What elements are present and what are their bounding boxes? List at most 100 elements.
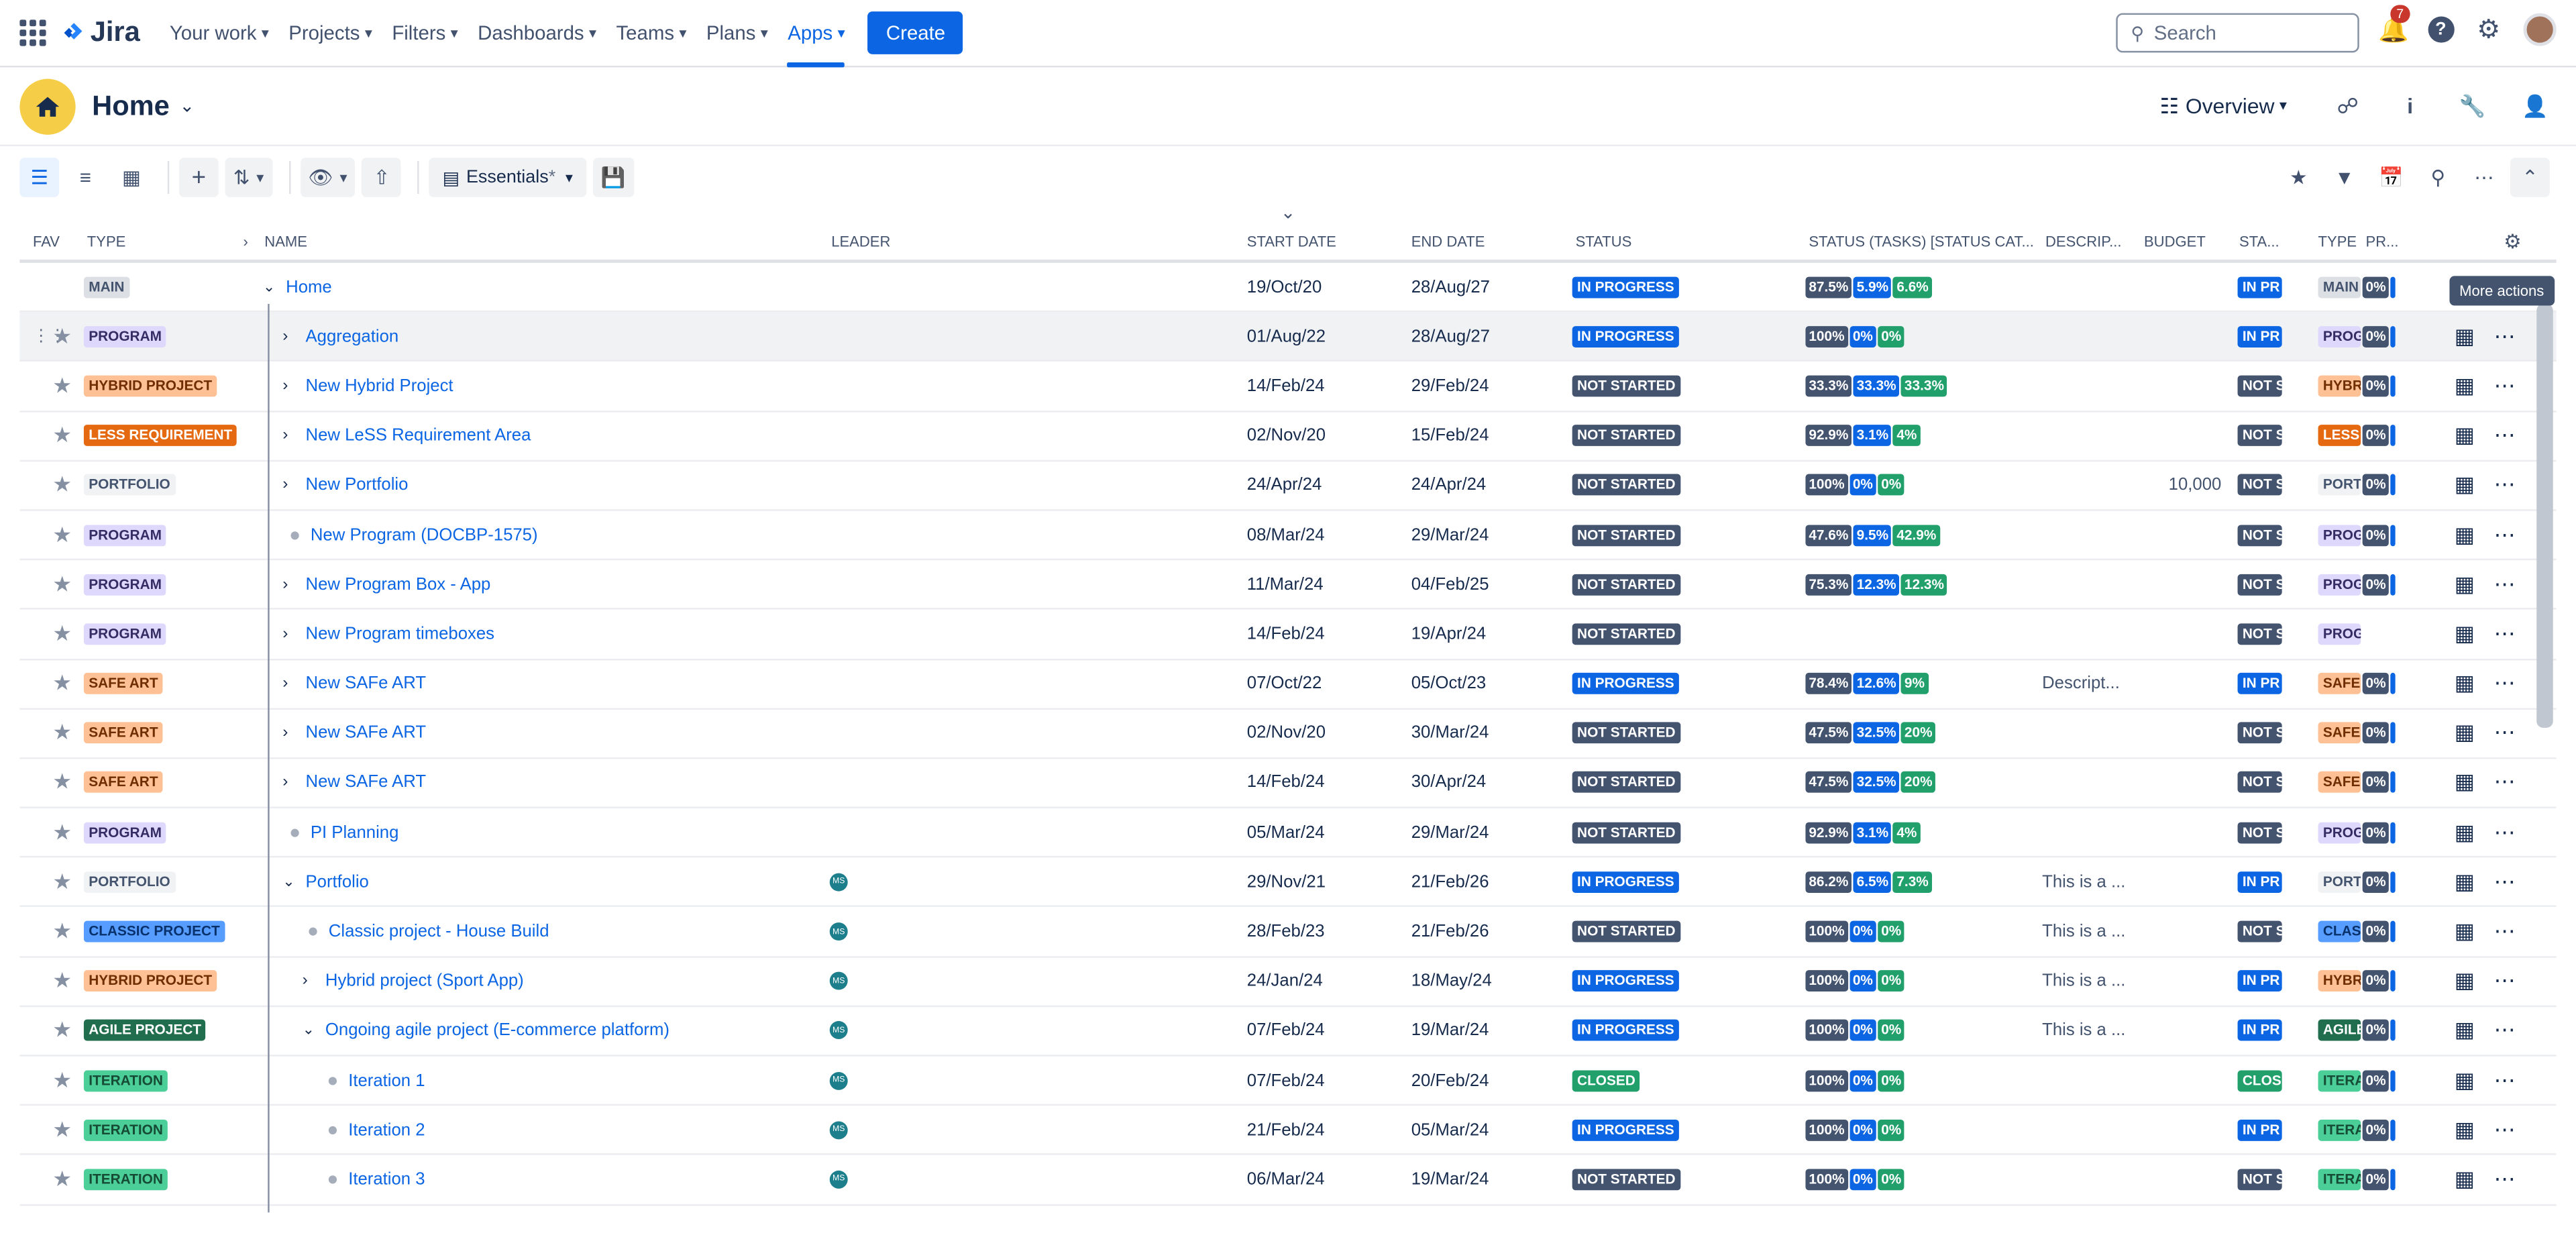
item-name-link[interactable]: New Portfolio [306,476,409,495]
visibility-button[interactable]: 👁 ▾ [300,158,356,197]
more-actions-icon[interactable]: ⋯ [2494,918,2516,945]
board-grid-icon[interactable]: ▦ [2455,472,2475,498]
board-grid-icon[interactable]: ▦ [2455,373,2475,399]
create-button[interactable]: Create [867,11,964,54]
filter-button[interactable]: ▼ [2324,158,2364,197]
table-row[interactable]: ★ LESS REQUIREMENT › New LeSS Requirement A… [19,412,2557,462]
table-row[interactable]: ★ SAFE ART › New SAFe ART 07/Oct/22 05/Oct/23… [19,659,2557,710]
nav-plans[interactable]: Plans ▾ [706,0,768,66]
collapse-chevron-icon[interactable]: ⌄ [282,873,294,891]
table-row[interactable]: ★ PORTFOLIO ⌄ Portfolio MS 29/Nov/21 21/Feb/26… [19,858,2557,908]
board-grid-icon[interactable]: ▦ [2455,670,2475,696]
more-actions-icon[interactable]: ⋯ [2494,1167,2516,1193]
more-actions-icon[interactable]: ⋯ [2494,968,2516,994]
board-grid-icon[interactable]: ▦ [2455,869,2475,895]
item-name-link[interactable]: New Hybrid Project [306,376,453,396]
item-name-link[interactable]: Iteration 3 [348,1170,425,1189]
table-row[interactable]: ★ AGILE PROJECT ⌄ Ongoing agile project (E-… [19,1007,2557,1057]
item-name-link[interactable]: New SAFe ART [306,773,427,792]
board-grid-icon[interactable]: ▦ [2455,423,2475,449]
configure-button[interactable]: 🔧 [2451,85,2494,127]
board-grid-icon[interactable]: ▦ [2455,1117,2475,1143]
favorite-star-icon[interactable]: ★ [52,572,72,598]
table-row[interactable]: ★ HYBRID PROJECT › New Hybrid Project 14/Feb… [19,362,2557,412]
overview-view-selector[interactable]: ☷ Overview ▾ [2160,93,2287,119]
more-actions-icon[interactable]: ⋯ [2494,621,2516,647]
collapse-chevron-icon[interactable]: ⌄ [303,1022,315,1040]
search-structure-button[interactable]: ⚲ [2418,158,2458,197]
table-row[interactable]: ★ ITERATION Iteration 3 MS 06/Mar/24 19/Mar/2… [19,1156,2557,1205]
favorite-star-icon[interactable]: ★ [52,769,72,796]
column-description[interactable]: DESCRIP... [2045,233,2122,250]
expand-chevron-icon[interactable]: › [303,972,308,990]
more-actions-icon[interactable]: ⋯ [2494,522,2516,548]
chevron-down-icon[interactable]: ⌄ [180,95,195,116]
expand-chevron-icon[interactable]: › [282,377,288,395]
indent-view-button[interactable]: ≡ [66,158,105,197]
collapse-panel-button[interactable]: ⌃ [2510,158,2550,197]
table-row[interactable]: ★ PROGRAM › New Program Box - App 11/Mar/24 0… [19,560,2557,610]
favorite-star-icon[interactable]: ★ [52,869,72,895]
favorite-star-icon[interactable]: ★ [52,720,72,746]
board-grid-icon[interactable]: ▦ [2455,522,2475,548]
favorite-star-icon[interactable]: ★ [52,819,72,845]
column-sta[interactable]: STA... [2239,233,2279,250]
search-input[interactable]: ⚲ Search [2116,13,2359,53]
column-type[interactable]: TYPE [87,233,126,250]
item-name-link[interactable]: New LeSS Requirement Area [306,426,531,445]
favorite-star-icon[interactable]: ★ [52,918,72,945]
more-actions-icon[interactable]: ⋯ [2494,323,2516,350]
save-view-button[interactable]: 💾 [592,158,634,197]
leader-avatar[interactable]: MS [829,1120,848,1139]
favorite-star-icon[interactable]: ★ [52,1167,72,1193]
leader-avatar[interactable]: MS [829,1170,848,1189]
nav-projects[interactable]: Projects ▾ [288,0,372,66]
board-grid-icon[interactable]: ▦ [2455,819,2475,845]
leader-avatar[interactable]: MS [829,873,848,892]
table-row[interactable]: ★ ITERATION Iteration 2 MS 21/Feb/24 05/Mar/2… [19,1106,2557,1156]
table-row[interactable]: ★ PROGRAM › New Program timeboxes 14/Feb/24 1… [19,610,2557,660]
table-row[interactable]: ⋮⋮ ★ PROGRAM › Aggregation 01/Aug/22 28/Aug/27… [19,312,2557,362]
column-status[interactable]: STATUS [1576,233,1632,250]
table-row[interactable]: ★ SAFE ART › New SAFe ART 14/Feb/24 30/Apr/24… [19,759,2557,809]
more-actions-icon[interactable]: ⋯ [2494,720,2516,746]
tree-view-button[interactable]: ☰ [19,158,60,197]
column-end-date[interactable]: END DATE [1411,233,1485,250]
item-name-link[interactable]: Home [286,277,332,297]
column-name[interactable]: NAME [264,233,307,250]
leader-avatar[interactable]: MS [829,1022,848,1040]
leader-avatar[interactable]: MS [829,972,848,991]
more-toolbar-button[interactable]: ⋯ [2464,158,2504,197]
item-name-link[interactable]: Portfolio [306,872,369,892]
expand-chevron-icon[interactable]: › [282,625,288,643]
sort-button[interactable]: ⇅ ▾ [225,158,272,197]
expand-chevron-icon[interactable]: › [282,675,288,693]
favorite-star-icon[interactable]: ★ [52,1018,72,1044]
profile-button[interactable]: 👤 [2513,85,2557,127]
table-row[interactable]: ★ HYBRID PROJECT › Hybrid project (Sport Ap… [19,957,2557,1007]
notifications-button[interactable]: 🔔 7 [2378,5,2410,44]
expand-chevron-icon[interactable]: › [282,427,288,445]
more-actions-icon[interactable]: ⋯ [2494,373,2516,399]
export-button[interactable]: ⇧ [362,158,402,197]
board-grid-icon[interactable]: ▦ [2455,323,2475,350]
column-leader[interactable]: LEADER [831,233,890,250]
more-actions-icon[interactable]: ⋯ [2494,472,2516,498]
nav-filters[interactable]: Filters ▾ [392,0,458,66]
board-grid-icon[interactable]: ▦ [2455,918,2475,945]
expand-chevron-icon[interactable]: › [282,576,288,594]
collapse-chevron-icon[interactable]: ⌄ [263,278,275,296]
table-row[interactable]: ★ PROGRAM PI Planning 05/Mar/24 29/Mar/24 NOT… [19,808,2557,858]
item-name-link[interactable]: Iteration 1 [348,1071,425,1090]
nav-apps[interactable]: Apps ▾ [788,0,845,67]
item-name-link[interactable]: Hybrid project (Sport App) [325,971,524,991]
board-grid-icon[interactable]: ▦ [2455,720,2475,746]
calendar-button[interactable]: 📅 [2371,158,2412,197]
page-title[interactable]: Home [92,89,170,122]
board-grid-icon[interactable]: ▦ [2455,1167,2475,1193]
table-row[interactable]: MAIN ⌄ Home 19/Oct/20 28/Aug/27 IN PROGRESS 8… [19,263,2557,313]
nav-your-work[interactable]: Your work ▾ [170,0,269,66]
view-selector[interactable]: ▤ Essentials * ▾ [429,158,586,197]
item-name-link[interactable]: Ongoing agile project (E-commerce platfo… [325,1021,669,1040]
nav-dashboards[interactable]: Dashboards ▾ [478,0,596,66]
